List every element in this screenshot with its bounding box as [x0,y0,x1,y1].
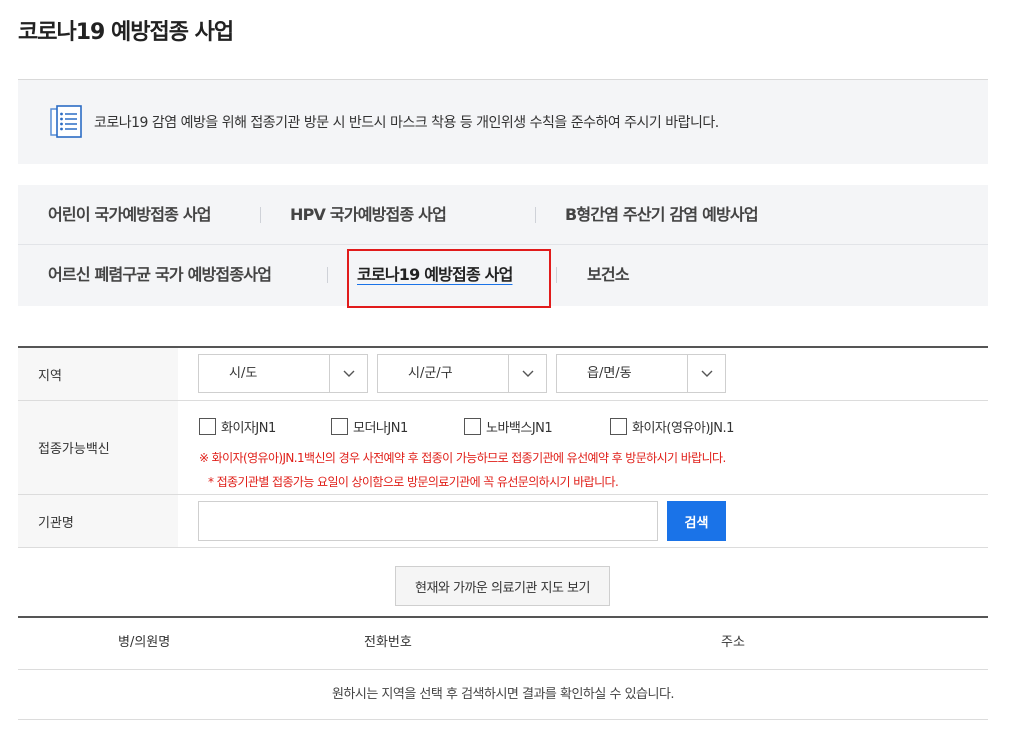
results-header: 병/의원명 전화번호 주소 [18,618,988,670]
vaccine-row: 접종가능백신 화이자JN1 모더나JN1 노바백스JN1 화이자(영유아)JN.… [18,401,988,495]
tab-separator [535,207,536,223]
tab-covid19-vaccination[interactable]: 코로나19 예방접종 사업 [357,245,513,305]
tab-elderly-pneumococcal[interactable]: 어르신 폐렴구균 국가 예방접종사업 [48,245,272,305]
tab-covid19-label: 코로나19 예방접종 사업 [357,265,513,284]
results-empty-message: 원하시는 지역을 선택 후 검색하시면 결과를 확인하실 수 있습니다. [18,670,988,720]
checkbox-label: 화이자JN1 [221,421,276,436]
city-select-value: 시/군/구 [408,366,453,381]
checkbox-box[interactable] [331,418,348,435]
district-select[interactable]: 읍/면/동 [556,354,726,393]
institution-label: 기관명 [18,495,178,547]
city-select[interactable]: 시/군/구 [377,354,547,393]
page-title: 코로나19 예방접종 사업 [18,20,234,45]
nearby-map-button[interactable]: 현재와 가까운 의료기관 지도 보기 [395,566,610,606]
column-header-phone: 전화번호 [364,635,412,650]
vaccine-warning-1: ※ 화이자(영유아)JN.1백신의 경우 사전예약 후 접종이 가능하므로 접종… [199,451,726,465]
checkbox-label: 화이자(영유아)JN.1 [632,421,734,436]
notice-box: 코로나19 감염 예방을 위해 접종기관 방문 시 반드시 마스크 착용 등 개… [18,80,988,164]
checkbox-box[interactable] [610,418,627,435]
checkbox-pfizer-infant-jn1[interactable]: 화이자(영유아)JN.1 [610,417,734,436]
province-select[interactable]: 시/도 [198,354,368,393]
vaccine-label: 접종가능백신 [18,401,178,494]
district-select-value: 읍/면/동 [587,366,632,381]
chevron-down-icon [329,355,367,392]
tab-separator [327,267,328,283]
results-table: 병/의원명 전화번호 주소 원하시는 지역을 선택 후 검색하시면 결과를 확인… [18,616,988,720]
institution-name-input[interactable] [198,501,658,541]
checkbox-label: 모더나JN1 [353,421,408,436]
tab-row-1: 어린이 국가예방접종 사업 HPV 국가예방접종 사업 B형간염 주산기 감염 … [18,185,988,245]
notice-text: 코로나19 감염 예방을 위해 접종기관 방문 시 반드시 마스크 착용 등 개… [94,115,719,131]
checkbox-box[interactable] [199,418,216,435]
tab-hepatitis-b[interactable]: B형간염 주산기 감염 예방사업 [565,185,759,245]
search-button[interactable]: 검색 [667,501,726,541]
tab-health-center[interactable]: 보건소 [587,245,630,305]
checkbox-box[interactable] [464,418,481,435]
column-header-address: 주소 [721,635,745,650]
checkbox-label: 노바백스JN1 [486,421,553,436]
vaccine-warning-2: * 접종기관별 접종가능 요일이 상이함으로 방문의료기관에 꼭 유선문의하시기… [208,475,619,489]
chevron-down-icon [508,355,546,392]
chevron-down-icon [687,355,725,392]
region-label: 지역 [18,348,178,400]
checkbox-moderna-jn1[interactable]: 모더나JN1 [331,417,408,436]
checkbox-pfizer-jn1[interactable]: 화이자JN1 [199,417,276,436]
tab-row-2: 어르신 폐렴구균 국가 예방접종사업 코로나19 예방접종 사업 보건소 [18,245,988,305]
column-header-hospital: 병/의원명 [118,635,171,650]
program-tabs: 어린이 국가예방접종 사업 HPV 국가예방접종 사업 B형간염 주산기 감염 … [18,185,988,308]
tab-separator [260,207,261,223]
tab-hpv-vaccination[interactable]: HPV 국가예방접종 사업 [290,185,447,245]
province-select-value: 시/도 [229,366,258,381]
checkbox-novavax-jn1[interactable]: 노바백스JN1 [464,417,553,436]
search-form: 지역 시/도 시/군/구 읍/면/동 접종가능백신 화이자JN1 모더나JN1 … [18,346,988,548]
institution-row: 기관명 검색 [18,495,988,548]
region-row: 지역 시/도 시/군/구 읍/면/동 [18,348,988,401]
document-list-icon [48,104,84,140]
tab-child-vaccination[interactable]: 어린이 국가예방접종 사업 [48,185,211,245]
tab-separator [556,267,557,283]
